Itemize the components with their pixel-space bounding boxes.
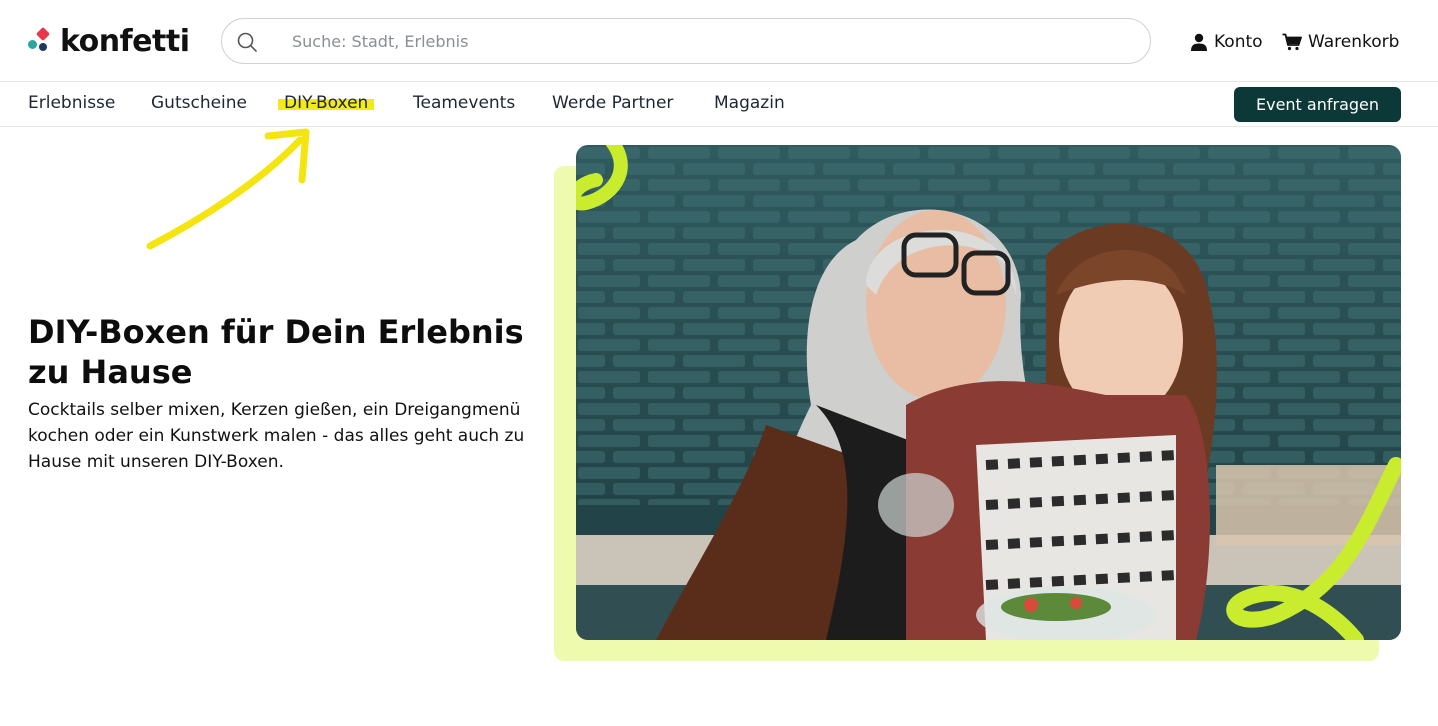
warenkorb-label: Warenkorb	[1308, 32, 1400, 52]
logo-text: konfetti	[60, 23, 190, 59]
search-input[interactable]	[292, 19, 1132, 63]
nav-item-magazin[interactable]: Magazin	[714, 93, 785, 113]
logo-mark-icon	[28, 26, 52, 54]
hero-image	[576, 145, 1401, 640]
event-anfragen-button[interactable]: Event anfragen	[1234, 87, 1401, 122]
cart-icon	[1282, 33, 1302, 51]
nav-item-teamevents[interactable]: Teamevents	[413, 93, 515, 113]
main-nav: Erlebnisse Gutscheine DIY-Boxen Teameven…	[0, 83, 1438, 127]
konto-link[interactable]: Konto	[1190, 30, 1263, 54]
nav-item-werde-partner[interactable]: Werde Partner	[552, 93, 673, 113]
konfetti-logo[interactable]: konfetti	[28, 22, 190, 60]
nav-item-gutscheine[interactable]: Gutscheine	[151, 93, 247, 113]
annotation-arrow-icon	[146, 128, 310, 250]
nav-item-erlebnisse[interactable]: Erlebnisse	[28, 93, 115, 113]
search-icon[interactable]	[236, 31, 258, 53]
user-icon	[1191, 33, 1207, 51]
search-bar[interactable]	[221, 18, 1151, 64]
konto-label: Konto	[1214, 32, 1263, 52]
site-header: konfetti Konto Warenkorb	[0, 0, 1438, 82]
nav-item-diy-boxen[interactable]: DIY-Boxen	[278, 93, 375, 113]
hero-title: DIY-Boxen für Dein Erlebnis zu Hause	[28, 313, 524, 391]
hero-description: Cocktails selber mixen, Kerzen gießen, e…	[28, 400, 525, 472]
warenkorb-link[interactable]: Warenkorb	[1282, 30, 1399, 54]
